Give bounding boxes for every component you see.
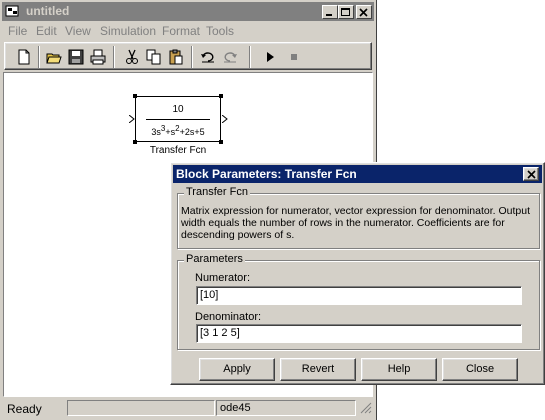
dialog-title-bar[interactable]: Block Parameters: Transfer Fcn	[173, 165, 542, 183]
print-icon	[90, 49, 106, 65]
menu-file[interactable]: File	[8, 24, 27, 38]
status-bar: Ready ode45	[2, 398, 374, 418]
numerator-text: 10	[172, 104, 184, 115]
stop-icon	[291, 54, 297, 60]
revert-button[interactable]: Revert	[280, 358, 356, 381]
toolbar-separator	[191, 46, 193, 68]
maximize-icon	[341, 8, 350, 16]
menu-bar: File Edit View Simulation Format Tools	[2, 22, 374, 40]
new-model-button[interactable]	[13, 46, 35, 68]
denominator-label: Denominator:	[195, 311, 262, 323]
output-port-icon	[222, 115, 228, 123]
redo-icon	[224, 52, 237, 63]
toolbar-separator	[38, 46, 40, 68]
copy-icon	[146, 49, 161, 65]
toolbar-separator	[113, 46, 115, 68]
numerator-label: Numerator:	[195, 272, 251, 284]
copy-button[interactable]	[143, 46, 165, 68]
save-icon	[68, 49, 84, 65]
dialog-title: Block Parameters: Transfer Fcn	[176, 167, 357, 181]
close-dialog-button[interactable]: Close	[442, 358, 518, 381]
transfer-fcn-block[interactable]: 10 3s3+s2+2s+5	[133, 94, 223, 144]
selection-handle[interactable]	[133, 140, 137, 144]
menu-format[interactable]: Format	[162, 24, 200, 38]
resize-grip-icon	[360, 402, 372, 414]
cut-button[interactable]	[121, 46, 143, 68]
toolbar	[4, 42, 372, 70]
close-button[interactable]	[356, 5, 372, 19]
denominator-field[interactable]: [3 1 2 5]	[196, 324, 522, 343]
description-group-label: Transfer Fcn	[184, 186, 250, 198]
apply-button[interactable]: Apply	[199, 358, 275, 381]
start-simulation-button[interactable]	[259, 46, 281, 68]
block-name-label[interactable]: Transfer Fcn	[135, 145, 221, 156]
paste-icon	[169, 49, 183, 65]
selection-handle[interactable]	[133, 94, 137, 98]
close-icon	[359, 8, 368, 17]
fraction-line	[146, 119, 210, 120]
minimize-icon	[326, 14, 332, 16]
cut-icon	[126, 49, 138, 64]
selection-handle[interactable]	[219, 94, 223, 98]
denominator-text: 3s3+s2+2s+5	[151, 124, 205, 137]
status-ready-text: Ready	[7, 402, 42, 416]
help-button[interactable]: Help	[361, 358, 437, 381]
open-icon	[46, 53, 62, 64]
simulink-icon	[5, 5, 19, 17]
menu-simulation[interactable]: Simulation	[100, 24, 156, 38]
save-button[interactable]	[65, 46, 87, 68]
minimize-button[interactable]	[322, 5, 338, 19]
description-text: Matrix expression for numerator, vector …	[181, 205, 530, 241]
menu-edit[interactable]: Edit	[36, 24, 57, 38]
open-button[interactable]	[43, 46, 65, 68]
undo-icon	[201, 52, 214, 63]
print-button[interactable]	[87, 46, 109, 68]
toolbar-separator	[249, 46, 251, 68]
selection-handle[interactable]	[219, 140, 223, 144]
redo-button[interactable]	[219, 46, 241, 68]
paste-button[interactable]	[165, 46, 187, 68]
maximize-button[interactable]	[338, 5, 354, 19]
status-solver: ode45	[216, 400, 356, 416]
dialog-close-button[interactable]	[523, 167, 539, 181]
model-title-bar[interactable]: untitled	[2, 2, 374, 21]
status-panel-empty	[67, 400, 215, 416]
window-title: untitled	[26, 4, 70, 18]
new-icon	[18, 49, 30, 65]
undo-button[interactable]	[197, 46, 219, 68]
play-icon	[267, 52, 274, 62]
menu-tools[interactable]: Tools	[206, 24, 234, 38]
menu-view[interactable]: View	[65, 24, 91, 38]
block-parameters-dialog: Block Parameters: Transfer Fcn Transfer …	[170, 162, 545, 385]
stop-simulation-button[interactable]	[283, 46, 305, 68]
close-icon	[527, 170, 536, 179]
parameters-group-label: Parameters	[184, 253, 245, 265]
numerator-field[interactable]: [10]	[196, 286, 522, 305]
